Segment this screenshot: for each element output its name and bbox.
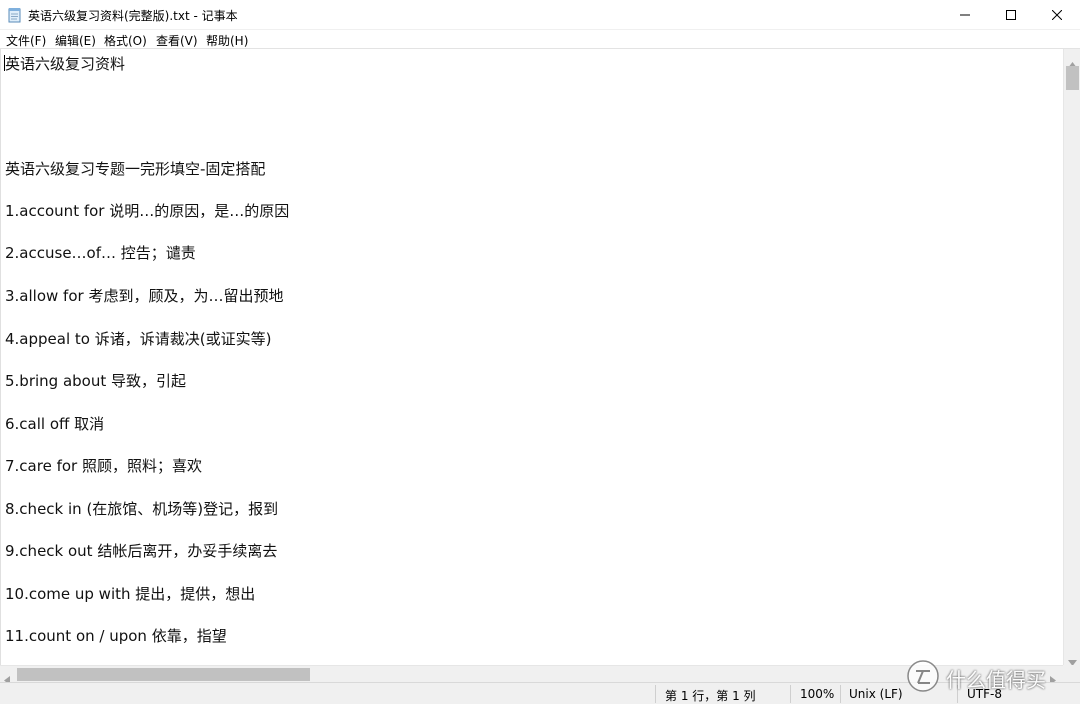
document-line: 1.account for 说明…的原因，是…的原因 bbox=[5, 202, 290, 220]
document-line: 11.count on / upon 依靠，指望 bbox=[5, 627, 227, 645]
watermark-text: 什么值得买 bbox=[946, 667, 1046, 692]
vertical-scroll-thumb[interactable] bbox=[1066, 66, 1079, 90]
cursor-position: 第 1 行，第 1 列 bbox=[665, 689, 756, 703]
zhi-logo-icon bbox=[906, 659, 940, 697]
line-ending: Unix (LF) bbox=[849, 687, 903, 701]
menu-file[interactable]: 文件(F) bbox=[6, 32, 46, 49]
minimize-icon bbox=[960, 14, 970, 16]
document-line: 8.check in (在旅馆、机场等)登记，报到 bbox=[5, 500, 279, 518]
notepad-icon bbox=[8, 7, 22, 23]
document-line: 10.come up with 提出，提供，想出 bbox=[5, 585, 256, 603]
status-separator bbox=[790, 685, 791, 703]
maximize-button[interactable] bbox=[988, 0, 1034, 30]
document-line: 3.allow for 考虑到，顾及，为…留出预地 bbox=[5, 287, 284, 305]
document-line: 9.check out 结帐后离开，办妥手续离去 bbox=[5, 542, 278, 560]
close-icon bbox=[1052, 10, 1062, 20]
document-line: 英语六级复习资料 bbox=[5, 55, 126, 73]
menu-bar: 文件(F) 编辑(E) 格式(O) 查看(V) 帮助(H) bbox=[0, 30, 1080, 49]
zoom-level: 100% bbox=[800, 687, 835, 701]
document-line: 5.bring about 导致，引起 bbox=[5, 372, 187, 390]
maximize-icon bbox=[1006, 10, 1016, 20]
document-line: 7.care for 照顾，照料；喜欢 bbox=[5, 457, 202, 475]
status-separator bbox=[840, 685, 841, 703]
document-line: 4.appeal to 诉诸，诉请裁决(或证实等) bbox=[5, 330, 272, 348]
horizontal-scrollbar[interactable] bbox=[0, 665, 1063, 685]
menu-edit[interactable]: 编辑(E) bbox=[55, 32, 96, 49]
menu-format[interactable]: 格式(O) bbox=[104, 32, 147, 49]
window-title: 英语六级复习资料(完整版).txt - 记事本 bbox=[28, 9, 238, 23]
text-editor[interactable]: 英语六级复习资料 英语六级复习专题一完形填空-固定搭配 1.account fo… bbox=[0, 49, 1063, 665]
document-line: 2.accuse…of… 控告；谴责 bbox=[5, 244, 196, 262]
watermark: 什么值得买 bbox=[906, 658, 1046, 698]
close-button[interactable] bbox=[1034, 0, 1080, 30]
menu-help[interactable]: 帮助(H) bbox=[206, 32, 248, 49]
vertical-scrollbar[interactable] bbox=[1063, 49, 1080, 666]
horizontal-scroll-thumb[interactable] bbox=[17, 668, 310, 681]
title-bar[interactable]: 英语六级复习资料(完整版).txt - 记事本 bbox=[0, 0, 1080, 30]
menu-view[interactable]: 查看(V) bbox=[156, 32, 198, 49]
document-line: 6.call off 取消 bbox=[5, 415, 105, 433]
document-line: 英语六级复习专题一完形填空-固定搭配 bbox=[5, 160, 266, 178]
scrollbar-corner bbox=[1063, 665, 1080, 682]
minimize-button[interactable] bbox=[942, 0, 988, 30]
status-separator bbox=[655, 685, 656, 703]
